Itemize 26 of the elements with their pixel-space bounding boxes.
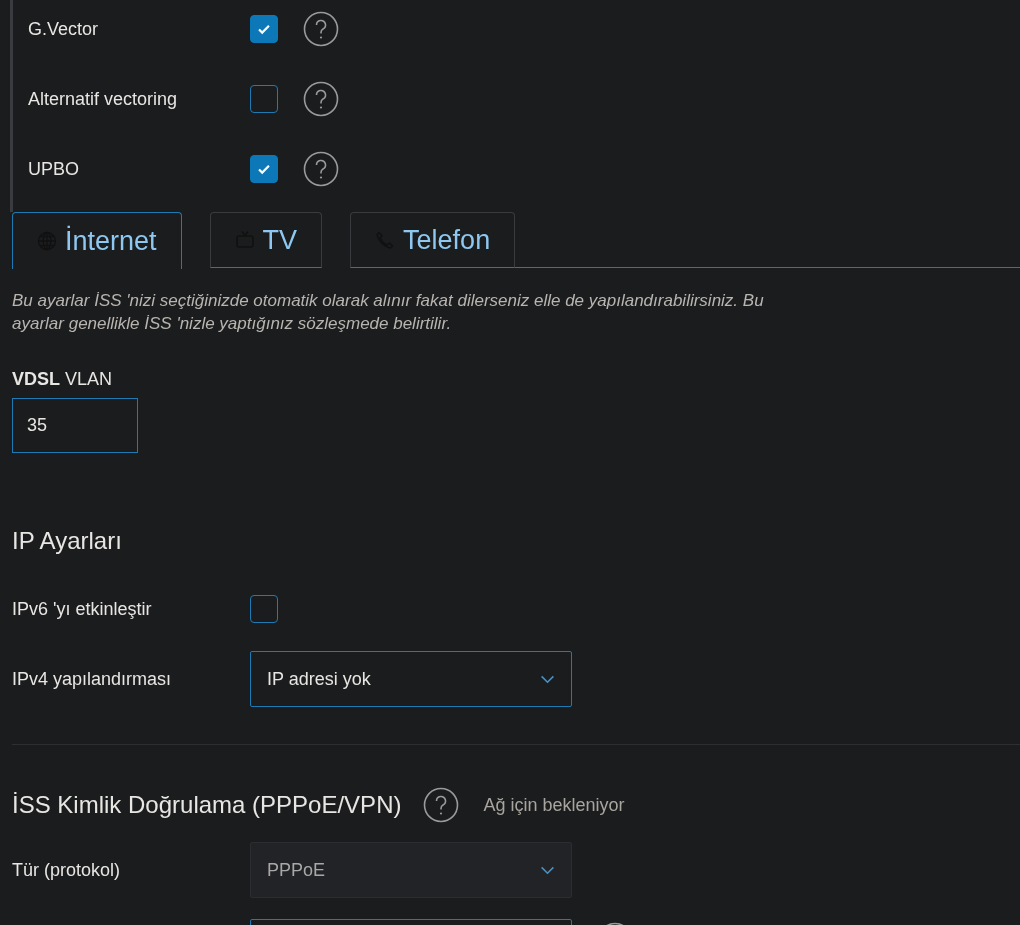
section-heading: IP Ayarları [12,527,123,555]
input-field[interactable]: 35 [12,398,138,453]
section-heading: İSS Kimlik Doğrulama (PPPoE/VPN) [12,791,402,819]
field-label: VDSL VLAN [12,369,114,390]
checkbox[interactable] [250,15,278,43]
option-label: Alternatif vectoring [28,88,179,110]
help-icon[interactable] [303,81,339,117]
help-icon[interactable] [303,151,339,187]
status-text: Ağ için bekleniyor [483,794,625,816]
help-icon[interactable] [423,787,460,823]
chevron-down-icon [540,865,555,875]
option-label: UPBO [28,158,80,180]
field-label: IPv6 'yı etkinleştir [12,598,153,620]
help-icon[interactable] [303,11,339,47]
option-label: G.Vector [28,18,100,40]
checkbox[interactable] [250,85,278,113]
description-text: Bu ayarlar İSS 'nizi seçtiğinizde otomatik olarak alınır fakat dilerseniz elle de yapılandırabilirsiniz. Bu ayarlar genellikle İSS 'nizle yaptığınız sözleşmede belirtilir. [12,290,765,335]
tab[interactable]: TV [209,212,323,268]
field-label: Tür (protokol) [12,859,122,881]
tab[interactable]: İnternet [12,212,182,269]
checkbox[interactable] [250,595,278,623]
dropdown[interactable]: IP adresi yok [250,651,572,707]
checkbox[interactable] [250,155,278,183]
chevron-down-icon [540,674,555,684]
tab[interactable]: Telefon [350,212,516,268]
field-label: IPv4 yapılandırması [12,668,173,690]
